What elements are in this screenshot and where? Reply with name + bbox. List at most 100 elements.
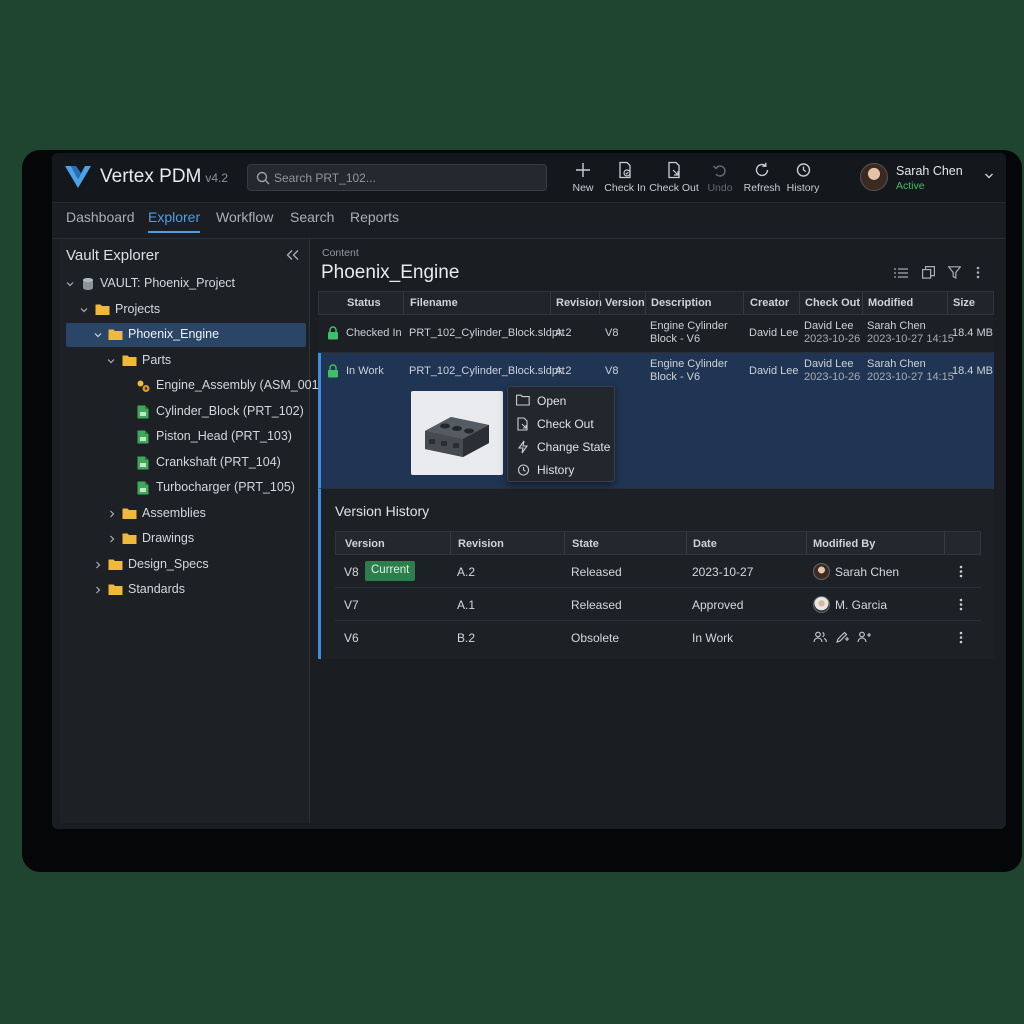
chevron-right-icon[interactable] (108, 510, 116, 518)
tree-item-phoenix-engine[interactable]: Phoenix_Engine (66, 323, 306, 347)
check-in-button[interactable]: Check In (598, 161, 652, 194)
tree-item-standards[interactable]: Standards (66, 578, 306, 602)
column-header[interactable]: Date (693, 538, 717, 550)
tab-search[interactable]: Search (290, 209, 334, 231)
filter-icon[interactable] (947, 266, 962, 284)
revision-cell: A.1 (457, 598, 476, 612)
part-file-icon (137, 456, 149, 470)
state-cell: Released (571, 565, 622, 579)
add-user-icon[interactable] (857, 630, 871, 648)
description-cell: Engine Cylinder Block - V6 (650, 320, 728, 346)
context-open[interactable]: Open (508, 389, 614, 412)
modified-by-cell: Sarah Chen (835, 565, 900, 579)
column-header[interactable]: Creator (750, 297, 789, 309)
context-change-state[interactable]: Change State (508, 435, 614, 458)
tree-item-label: Phoenix_Engine (128, 327, 220, 341)
assembly-icon (137, 380, 150, 392)
vertex-logo-icon (65, 166, 91, 188)
column-divider (686, 532, 687, 554)
column-header[interactable]: Revision (458, 538, 504, 550)
search-box[interactable] (247, 164, 547, 191)
column-header[interactable]: Modified (868, 297, 913, 309)
tab-reports[interactable]: Reports (350, 209, 399, 231)
edit-user-icon[interactable] (835, 630, 849, 648)
user-status: Active (896, 180, 925, 192)
search-input[interactable] (274, 165, 539, 190)
tab-explorer[interactable]: Explorer (148, 209, 201, 233)
chevron-down-icon[interactable] (66, 280, 74, 288)
table-row[interactable]: V7 A.1 Released Approved M. Garcia (335, 589, 981, 621)
state-cell: Released (571, 598, 622, 612)
tree-item-design-specs[interactable]: Design_Specs (66, 553, 306, 577)
table-row[interactable]: Checked In PRT_102_Cylinder_Block.sldprt… (318, 315, 994, 353)
checkout-user: David Lee (804, 320, 854, 332)
breadcrumb: Content (322, 247, 359, 259)
page-title: Phoenix_Engine (321, 262, 460, 283)
folder-icon (122, 533, 137, 544)
part-file-icon (137, 481, 149, 495)
column-divider (450, 532, 451, 554)
tree-item-crankshaft[interactable]: Crankshaft (PRT_104) (66, 451, 306, 475)
column-header[interactable]: Version (605, 297, 645, 309)
part-thumbnail[interactable] (411, 391, 503, 475)
tree-item-turbocharger[interactable]: Turbocharger (PRT_105) (66, 476, 306, 500)
column-header[interactable]: Status (347, 297, 381, 309)
column-header[interactable]: Check Out (805, 297, 860, 309)
avatar (813, 596, 830, 613)
more-options-icon[interactable] (959, 598, 963, 611)
tab-workflow[interactable]: Workflow (216, 209, 273, 231)
column-header[interactable]: Modified By (813, 538, 875, 550)
user-menu[interactable]: Sarah Chen Active (860, 162, 1000, 194)
description-line: Engine Cylinder (650, 358, 728, 370)
history-label: History (786, 182, 820, 194)
tab-dashboard[interactable]: Dashboard (66, 209, 135, 231)
filename-cell[interactable]: PRT_102_Cylinder_Block.sldprt (409, 365, 565, 378)
filename-cell[interactable]: PRT_102_Cylinder_Block.sldprt (409, 327, 565, 340)
table-row[interactable]: V8 Current A.2 Released 2023-10-27 Sarah… (335, 556, 981, 588)
list-view-icon[interactable] (894, 266, 908, 284)
more-options-icon[interactable] (959, 631, 963, 644)
chevron-down-icon[interactable] (80, 306, 88, 314)
more-options-icon[interactable] (976, 266, 980, 284)
table-row-selected[interactable]: In Work PRT_102_Cylinder_Block.sldprt A.… (318, 353, 994, 489)
chevron-down-icon[interactable] (984, 171, 994, 181)
tree-item-vault[interactable]: VAULT: Phoenix_Project (66, 272, 306, 296)
column-header[interactable]: Version (345, 538, 385, 550)
tree-item-assemblies[interactable]: Assemblies (66, 502, 306, 526)
tree-item-label: Projects (115, 302, 161, 316)
main-nav: Dashboard Explorer Workflow Search Repor… (52, 203, 1006, 239)
column-header[interactable]: Filename (410, 297, 458, 309)
vault-explorer-panel: Vault Explorer VAULT: Phoenix_Project Pr… (60, 239, 323, 823)
column-header[interactable]: State (572, 538, 599, 550)
chevron-right-icon[interactable] (94, 561, 102, 569)
history-button[interactable]: History (776, 161, 830, 194)
description-cell: Engine Cylinder Block - V6 (650, 358, 728, 384)
tree-item-drawings[interactable]: Drawings (66, 527, 306, 551)
more-options-icon[interactable] (959, 565, 963, 578)
table-row[interactable]: V6 B.2 Obsolete In Work (335, 622, 981, 654)
tree-item-parts[interactable]: Parts (66, 349, 306, 373)
chevron-right-icon[interactable] (94, 586, 102, 594)
tree-item-piston-head[interactable]: Piston_Head (PRT_103) (66, 425, 306, 449)
collapse-panel-icon[interactable] (286, 249, 300, 261)
users-icon[interactable] (813, 630, 827, 648)
column-header[interactable]: Description (651, 297, 712, 309)
version-cell: V8 (605, 327, 619, 339)
column-header[interactable]: Revision (556, 297, 602, 309)
chevron-down-icon[interactable] (94, 331, 102, 339)
context-check-out[interactable]: Check Out (508, 412, 614, 435)
chevron-down-icon[interactable] (107, 357, 115, 365)
column-divider (806, 532, 807, 554)
avatar (813, 563, 830, 580)
tree-item-label: Cylinder_Block (PRT_102) (156, 404, 304, 418)
tree-item-engine-assembly[interactable]: Engine_Assembly (ASM_001) (66, 374, 323, 398)
copy-icon[interactable] (922, 266, 935, 284)
folder-icon (95, 304, 110, 315)
chevron-right-icon[interactable] (108, 535, 116, 543)
tree-item-projects[interactable]: Projects (66, 298, 306, 322)
app-window: Vertex PDMv4.2 New Check In Check Out Un… (52, 153, 1006, 829)
column-header[interactable]: Size (953, 297, 975, 309)
context-history[interactable]: History (508, 458, 614, 481)
column-divider (599, 292, 600, 314)
tree-item-cylinder-block[interactable]: Cylinder_Block (PRT_102) (66, 400, 306, 424)
